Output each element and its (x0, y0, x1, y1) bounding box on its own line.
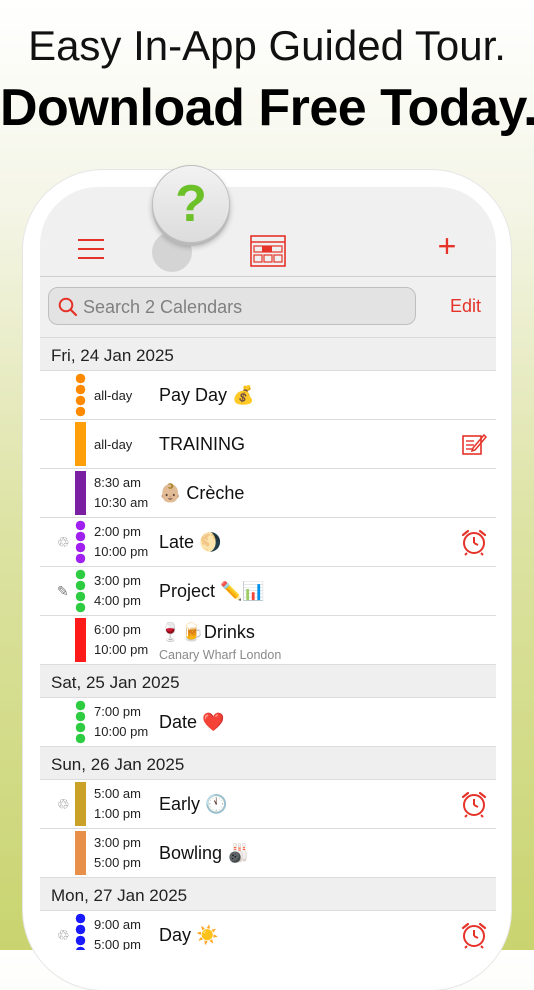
search-input[interactable]: Search 2 Calendars (48, 287, 416, 325)
event-row[interactable]: 6:00 pm 10:00 pm 🍷🍺Drinks Canary Wharf Lond… (40, 616, 496, 665)
event-title: Date ❤️ (159, 712, 225, 732)
note-icon: ✎ (57, 583, 69, 599)
start-time: 9:00 am (94, 917, 141, 932)
calendar-color-bar (75, 618, 86, 662)
end-time: 1:00 pm (94, 806, 141, 821)
event-title: 👶🏼 Crèche (159, 483, 245, 503)
event-location: Canary Wharf London (159, 648, 282, 662)
headline-tour: Easy In-App Guided Tour. (28, 22, 506, 69)
start-time: 7:00 pm (94, 704, 141, 719)
alarm-icon (460, 921, 488, 949)
event-title: TRAINING (159, 434, 246, 454)
start-time: 3:00 pm (94, 573, 141, 588)
event-row[interactable]: 9:00 am 5:00 pm Day ☀️ ♲ (40, 911, 496, 950)
end-time: 4:00 pm (94, 593, 141, 608)
start-time: 8:30 am (94, 475, 141, 490)
app-screen: + Search 2 Calendars Edit Fri, 24 Jan 20… (40, 187, 496, 950)
end-time: 10:00 pm (94, 544, 149, 559)
search-placeholder: Search 2 Calendars (83, 297, 243, 317)
add-event-button[interactable]: + (434, 230, 460, 263)
calendar-color-bar (75, 913, 86, 950)
nav-bar: + (40, 187, 496, 277)
calendar-color-bar (75, 373, 86, 417)
event-title: Project ✏️📊 (159, 581, 265, 601)
event-row[interactable]: 5:00 am 1:00 pm Early 🕚 ♲ (40, 780, 496, 829)
recurring-icon: ♲ (57, 796, 70, 812)
end-time: 10:00 pm (94, 724, 149, 739)
event-row[interactable]: all-day TRAINING (40, 420, 496, 469)
start-time: 5:00 am (94, 786, 141, 801)
calendar-color-bar (75, 520, 86, 564)
hamburger-icon[interactable] (78, 239, 104, 261)
event-row[interactable]: 8:30 am 10:30 am 👶🏼 Crèche (40, 469, 496, 518)
alarm-icon (460, 528, 488, 556)
event-row[interactable]: all-day Pay Day 💰 (40, 371, 496, 420)
section-date-header: Mon, 27 Jan 2025 (40, 878, 496, 911)
recurring-icon: ♲ (57, 927, 70, 943)
section-date-header: Sat, 25 Jan 2025 (40, 665, 496, 698)
calendar-view-icon[interactable] (250, 235, 286, 267)
calendar-color-bar (75, 831, 86, 875)
event-title: Pay Day 💰 (159, 385, 255, 405)
event-row[interactable]: 3:00 pm 5:00 pm Bowling 🎳 (40, 829, 496, 878)
calendar-color-bar (75, 569, 86, 613)
edit-note-icon (460, 430, 488, 458)
event-list: Fri, 24 Jan 2025 all-day Pay Day 💰 all-day T… (40, 338, 496, 950)
calendar-color-bar (75, 422, 86, 466)
section-date-header: Sun, 26 Jan 2025 (40, 747, 496, 780)
help-tour-button[interactable]: ? (152, 165, 230, 243)
question-icon: ? (175, 175, 207, 233)
event-title: Late 🌖 (159, 532, 222, 552)
all-day-label: all-day (94, 437, 133, 452)
event-row[interactable]: 2:00 pm 10:00 pm Late 🌖 ♲ (40, 518, 496, 567)
event-title: Early 🕚 (159, 794, 228, 814)
recurring-icon: ♲ (57, 534, 70, 550)
edit-button[interactable]: Edit (450, 296, 481, 317)
end-time: 10:30 am (94, 495, 149, 510)
start-time: 2:00 pm (94, 524, 141, 539)
search-icon (58, 297, 78, 317)
start-time: 6:00 pm (94, 622, 141, 637)
headline-download: Download Free Today. (0, 79, 534, 137)
calendar-color-bar (75, 700, 86, 744)
end-time: 5:00 pm (94, 937, 141, 950)
calendar-color-bar (75, 471, 86, 515)
search-bar: Search 2 Calendars Edit (40, 277, 496, 338)
end-time: 5:00 pm (94, 855, 141, 870)
event-title: Bowling 🎳 (159, 843, 250, 863)
section-date-header: Fri, 24 Jan 2025 (40, 338, 496, 371)
alarm-icon (460, 790, 488, 818)
start-time: 3:00 pm (94, 835, 141, 850)
event-title: Day ☀️ (159, 925, 219, 945)
all-day-label: all-day (94, 388, 133, 403)
event-row[interactable]: 7:00 pm 10:00 pm Date ❤️ (40, 698, 496, 747)
end-time: 10:00 pm (94, 642, 149, 657)
calendar-color-bar (75, 782, 86, 826)
event-title: 🍷🍺Drinks (159, 622, 255, 642)
event-row[interactable]: 3:00 pm 4:00 pm Project ✏️📊 ✎ (40, 567, 496, 616)
